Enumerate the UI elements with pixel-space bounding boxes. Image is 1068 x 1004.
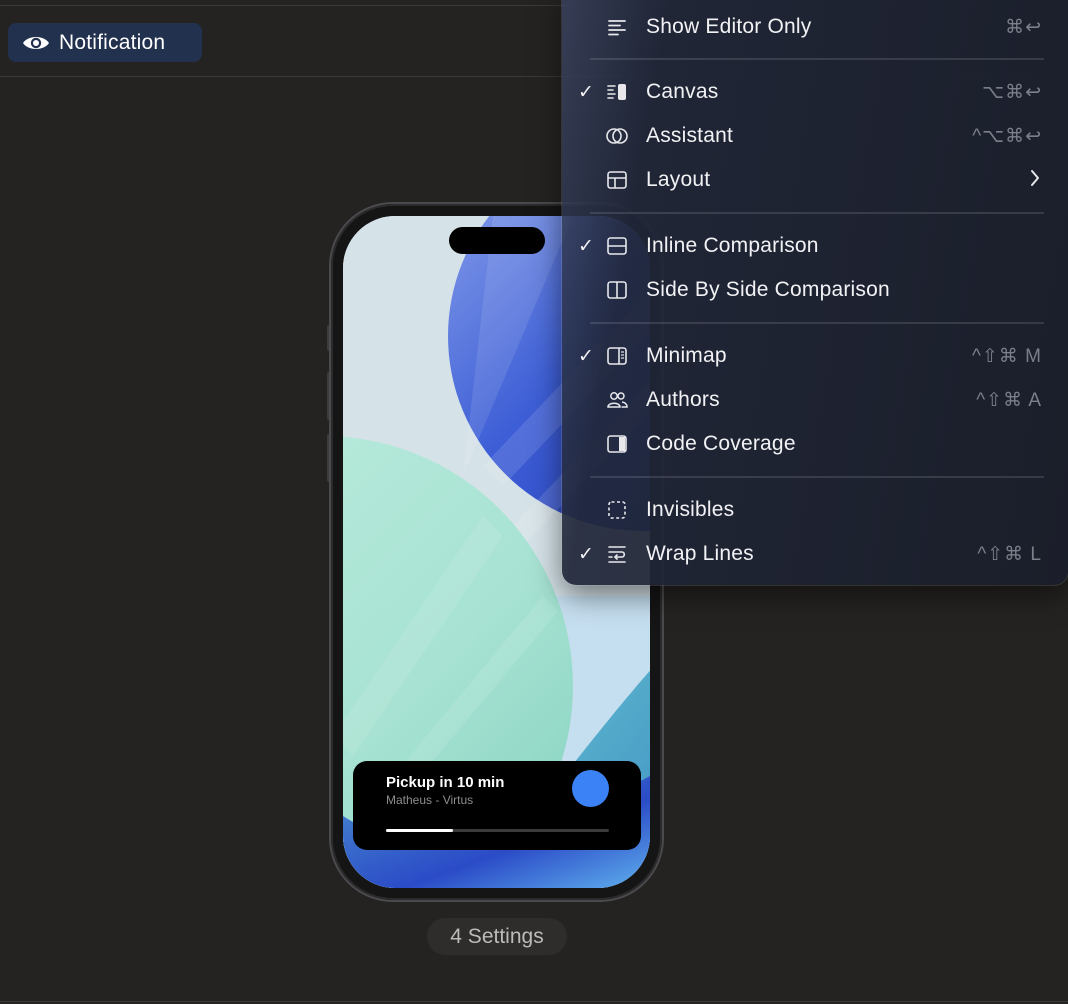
checkmark-icon <box>578 16 596 36</box>
eye-icon <box>23 36 49 49</box>
menu-shortcut: ^⌥⌘↩ <box>972 126 1042 147</box>
menu-item-show-editor-only[interactable]: Show Editor Only ⌘↩ <box>562 8 1068 46</box>
menu-label: Authors <box>646 388 720 411</box>
layout-icon <box>607 171 627 189</box>
checkmark-icon <box>578 389 596 409</box>
live-activity-indicator <box>572 770 609 807</box>
dynamic-island <box>449 227 545 254</box>
menu-separator <box>590 476 1044 478</box>
live-activity-progress <box>386 829 609 832</box>
menu-item-side-by-side-comparison[interactable]: Side By Side Comparison <box>562 271 1068 309</box>
menu-item-minimap[interactable]: ✓ Minimap ^⇧⌘ M <box>562 337 1068 375</box>
menu-shortcut: ^⇧⌘ M <box>972 346 1042 367</box>
checkmark-icon <box>578 279 596 299</box>
menu-item-authors[interactable]: Authors ^⇧⌘ A <box>562 381 1068 419</box>
live-activity-notification[interactable]: Pickup in 10 min Matheus - Virtus <box>353 761 641 850</box>
assistant-circles-icon <box>606 128 628 144</box>
menu-label: Minimap <box>646 344 727 367</box>
live-activity-title: Pickup in 10 min <box>386 774 505 791</box>
menu-item-code-coverage[interactable]: Code Coverage <box>562 425 1068 463</box>
menu-separator <box>590 322 1044 324</box>
menu-label: Code Coverage <box>646 432 796 455</box>
checkmark-icon <box>578 169 596 189</box>
checkmark-icon <box>578 499 596 519</box>
canvas-icon <box>607 84 626 100</box>
menu-item-layout[interactable]: Layout <box>562 161 1068 199</box>
wrap-lines-icon <box>608 546 626 563</box>
checkmark-icon: ✓ <box>578 82 594 103</box>
live-activity-progress-fill <box>386 829 453 832</box>
invisibles-icon <box>608 501 626 519</box>
settings-count-button[interactable]: 4 Settings <box>427 918 567 955</box>
chevron-right-icon <box>1031 170 1039 186</box>
menu-label: Side By Side Comparison <box>646 278 890 301</box>
editor-lines-icon <box>608 20 626 36</box>
menu-item-wrap-lines[interactable]: ✓ Wrap Lines ^⇧⌘ L <box>562 535 1068 573</box>
checkmark-icon <box>578 433 596 453</box>
menu-label: Show Editor Only <box>646 15 812 38</box>
code-coverage-icon <box>607 435 627 453</box>
menu-shortcut: ^⇧⌘ L <box>977 544 1042 565</box>
checkmark-icon: ✓ <box>578 346 594 367</box>
menu-label: Assistant <box>646 124 733 147</box>
checkmark-icon: ✓ <box>578 544 594 565</box>
menu-item-assistant[interactable]: Assistant ^⌥⌘↩ <box>562 117 1068 155</box>
menu-label: Inline Comparison <box>646 234 819 257</box>
top-divider <box>0 5 570 6</box>
editor-options-menu: Show Editor Only ⌘↩ ✓ Canvas ⌥⌘↩ Assista… <box>562 0 1068 585</box>
live-activity-subtitle: Matheus - Virtus <box>386 793 474 807</box>
menu-separator <box>590 212 1044 214</box>
menu-shortcut: ⌥⌘↩ <box>982 82 1042 103</box>
checkmark-icon <box>578 125 596 145</box>
menu-item-invisibles[interactable]: Invisibles <box>562 491 1068 529</box>
authors-icon <box>607 392 628 408</box>
menu-separator <box>590 58 1044 60</box>
bottom-divider <box>0 1001 1068 1002</box>
menu-shortcut: ⌘↩ <box>1005 17 1042 38</box>
preview-mode-label: Notification <box>59 30 166 54</box>
side-by-side-icon <box>607 281 627 299</box>
menu-item-canvas[interactable]: ✓ Canvas ⌥⌘↩ <box>562 73 1068 111</box>
preview-mode-button[interactable]: Notification <box>8 23 202 62</box>
inline-comparison-icon <box>607 237 627 255</box>
menu-label: Invisibles <box>646 498 735 521</box>
menu-shortcut: ^⇧⌘ A <box>976 390 1042 411</box>
menu-item-inline-comparison[interactable]: ✓ Inline Comparison <box>562 227 1068 265</box>
menu-label: Canvas <box>646 80 719 103</box>
minimap-icon <box>607 347 627 365</box>
menu-label: Wrap Lines <box>646 542 754 565</box>
checkmark-icon: ✓ <box>578 236 594 257</box>
menu-label: Layout <box>646 168 711 191</box>
